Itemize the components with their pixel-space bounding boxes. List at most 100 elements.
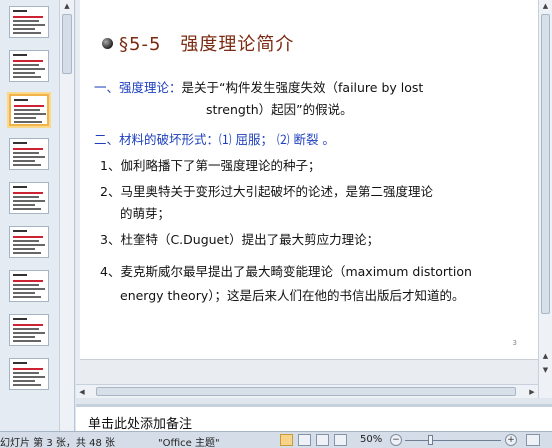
section1-line2[interactable]: strength）起因”的假说。: [206, 100, 353, 120]
slide-scroll-thumb[interactable]: [541, 14, 550, 314]
section1-line1[interactable]: 一、强度理论：是关于“构件发生强度失效（failure by lost: [94, 78, 423, 98]
slide-thumbnail[interactable]: [9, 270, 49, 302]
zoom-slider-track[interactable]: [405, 440, 501, 441]
zoom-slider-handle[interactable]: [428, 435, 433, 445]
thumbnail-text-line: [13, 274, 27, 276]
scroll-up-arrow-icon[interactable]: ▲: [539, 0, 552, 12]
section2-line[interactable]: 二、材料的破坏形式：⑴ 屈服； ⑵ 断裂 。: [94, 130, 335, 150]
thumbnail-text-line: [13, 368, 43, 370]
theme-status[interactable]: "Office 主题": [158, 434, 220, 448]
thumbnail-text-line: [13, 318, 27, 320]
thumbnail-text-line: [13, 160, 35, 162]
thumbnail-text-line: [13, 230, 27, 232]
slide-horizontal-scrollbar[interactable]: ◀ ▶: [76, 384, 538, 398]
thumbnail-scroll-thumb[interactable]: [62, 14, 72, 74]
thumbnail-text-line: [14, 117, 36, 119]
thumbnail-text-line: [13, 372, 39, 374]
slide-title-row[interactable]: §5-5 强度理论简介: [102, 30, 294, 56]
thumbnail-text-line: [14, 113, 46, 115]
slide-vertical-scrollbar[interactable]: ▲ ▲ ▼: [538, 0, 552, 398]
section1-text: 是关于“构件发生强度失效（failure by lost: [181, 80, 424, 95]
thumbnail-text-line: [13, 72, 35, 74]
slide-thumbnail[interactable]: [9, 50, 49, 82]
list-item-4-line1[interactable]: 4、麦克斯威尔最早提出了最大畸变能理论（maximum distortion: [100, 262, 472, 282]
slide-show-view-icon[interactable]: [334, 434, 347, 446]
thumbnail-text-line: [13, 296, 41, 298]
horizontal-scroll-thumb[interactable]: [96, 387, 516, 396]
thumbnail-text-line: [13, 208, 41, 210]
thumbnail-text-line: [13, 54, 27, 56]
next-slide-icon[interactable]: ▼: [539, 364, 552, 376]
notes-placeholder[interactable]: 单击此处添加备注: [88, 413, 192, 432]
section2-prefix: 二、: [94, 132, 120, 147]
thumbnail-text-line: [13, 324, 43, 326]
thumbnail-text-line: [13, 10, 27, 12]
list-item-3[interactable]: 3、杜奎特（C.Duguet）提出了最大剪应力理论；: [100, 230, 379, 250]
thumbnail-text-line: [13, 284, 39, 286]
thumbnail-scrollbar[interactable]: ▲: [59, 0, 74, 431]
thumbnail-text-line: [13, 288, 45, 290]
current-slide[interactable]: §5-5 强度理论简介 一、强度理论：是关于“构件发生强度失效（failure …: [80, 0, 548, 360]
thumbnail-text-line: [13, 152, 39, 154]
slide-sorter-view-icon[interactable]: [298, 434, 311, 446]
thumbnail-text-line: [14, 105, 44, 107]
thumbnail-text-line: [13, 60, 43, 62]
scroll-left-arrow-icon[interactable]: ◀: [76, 385, 88, 399]
list-item-2-line1[interactable]: 2、马里奥特关于变形过大引起破坏的论述，是第二强度理论: [100, 182, 433, 202]
section1-term: 强度理论：: [119, 80, 182, 95]
thumbnail-text-line: [13, 148, 43, 150]
section2-text: ⑴ 屈服； ⑵ 断裂 。: [219, 132, 335, 147]
slide-page-number: 3: [512, 339, 517, 347]
slide-thumbnail[interactable]: [9, 6, 49, 38]
powerpoint-window: ▲ §5-5 强度理论简介 一、强度理论：是关于“构件发生强度失效（failur…: [0, 0, 552, 448]
slide-thumbnail[interactable]: [9, 138, 49, 170]
thumbnail-text-line: [13, 252, 41, 254]
bullet-ball-icon: [102, 37, 113, 49]
thumbnail-text-line: [13, 76, 41, 78]
thumbnail-text-line: [13, 142, 27, 144]
thumbnail-text-line: [13, 28, 35, 30]
fit-slide-to-window-icon[interactable]: [526, 434, 540, 446]
notes-pane[interactable]: 单击此处添加备注: [76, 404, 552, 432]
section2-term: 材料的破坏形式：: [119, 132, 220, 147]
thumbnail-text-line: [13, 248, 35, 250]
thumbnail-text-line: [14, 109, 40, 111]
thumbnail-text-line: [13, 328, 39, 330]
thumbnail-text-line: [13, 292, 35, 294]
zoom-level[interactable]: 50%: [360, 434, 382, 445]
thumbnail-text-line: [13, 236, 43, 238]
thumbnail-text-line: [13, 164, 41, 166]
thumbnail-text-line: [13, 32, 41, 34]
normal-view-icon[interactable]: [280, 434, 293, 446]
thumbnail-text-line: [13, 186, 27, 188]
reading-view-icon[interactable]: [316, 434, 329, 446]
previous-slide-icon[interactable]: ▲: [539, 350, 552, 362]
slide-title[interactable]: §5-5 强度理论简介: [119, 30, 294, 56]
scroll-up-arrow-icon[interactable]: ▲: [60, 0, 74, 12]
slide-editing-area: §5-5 强度理论简介 一、强度理论：是关于“构件发生强度失效（failure …: [76, 0, 552, 398]
thumbnail-text-line: [14, 99, 28, 101]
thumbnail-text-line: [13, 16, 43, 18]
list-item-1[interactable]: 1、伽利略播下了第一强度理论的种子；: [100, 156, 320, 176]
slide-thumbnail[interactable]: [9, 226, 49, 258]
thumbnail-text-line: [13, 384, 41, 386]
thumbnail-text-line: [13, 340, 41, 342]
thumbnail-text-line: [13, 280, 43, 282]
slide-thumbnail[interactable]: [9, 94, 49, 126]
thumbnail-text-line: [13, 196, 39, 198]
slide-thumbnail[interactable]: [9, 358, 49, 390]
slide-thumbnail-pane: ▲: [0, 0, 75, 431]
section1-prefix: 一、: [94, 80, 120, 95]
status-bar: 幻灯片 第 3 张，共 48 张 "Office 主题" 50% − +: [0, 431, 552, 448]
thumbnail-text-line: [13, 376, 45, 378]
slide-thumbnail[interactable]: [9, 182, 49, 214]
zoom-in-button[interactable]: +: [505, 434, 517, 446]
list-item-2-line2[interactable]: 的萌芽；: [120, 204, 170, 224]
list-item-4-line2[interactable]: energy theory）；这是后来人们在他的书信出版后才知道的。: [120, 286, 464, 306]
slide-count-status: 幻灯片 第 3 张，共 48 张: [0, 438, 115, 448]
slide-thumbnail[interactable]: [9, 314, 49, 346]
scroll-right-arrow-icon[interactable]: ▶: [526, 385, 538, 399]
thumbnail-text-line: [13, 332, 45, 334]
zoom-out-button[interactable]: −: [390, 434, 402, 446]
thumbnail-text-line: [13, 362, 27, 364]
